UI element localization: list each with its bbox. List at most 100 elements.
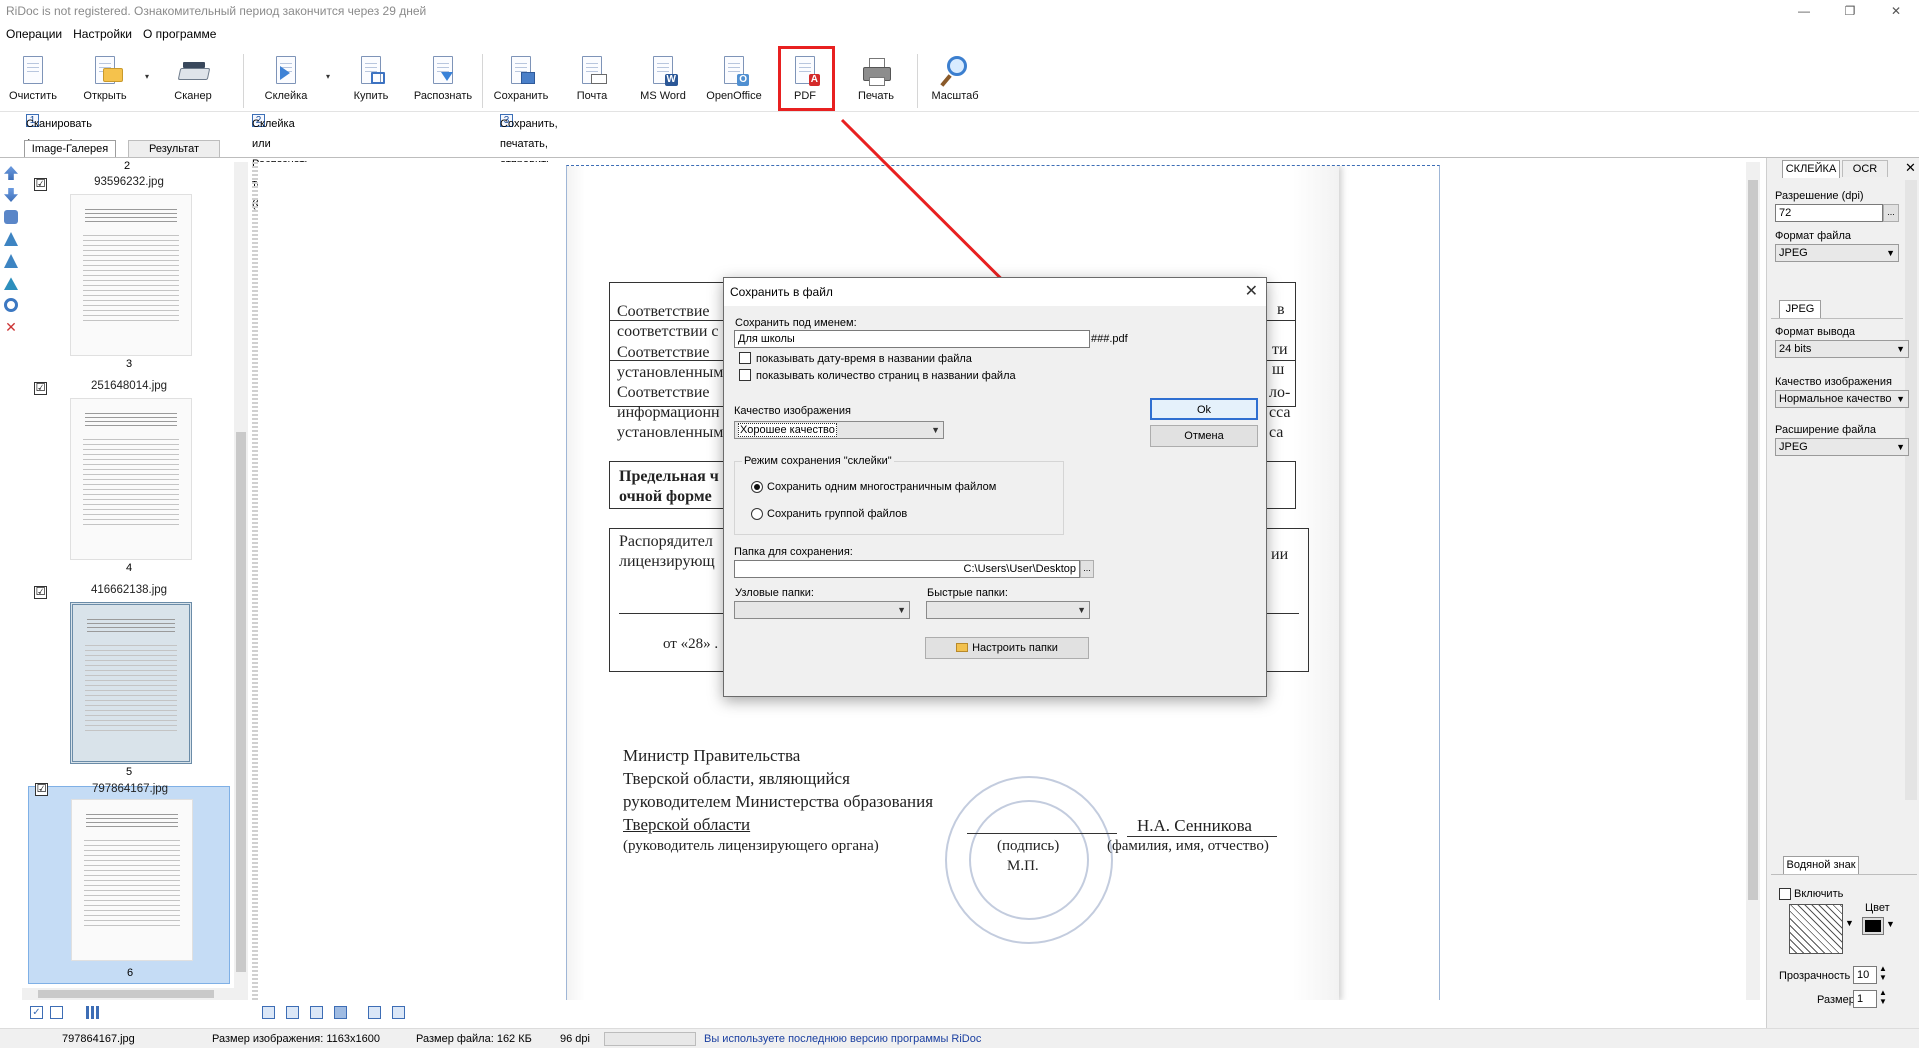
- item-thumbnail[interactable]: [70, 602, 192, 764]
- gallery-item-selected[interactable]: ☑ 797864167.jpg 6: [28, 783, 230, 984]
- extension-select[interactable]: JPEG ▼: [1775, 438, 1909, 456]
- view-single-icon[interactable]: [262, 1006, 275, 1019]
- datetime-checkbox[interactable]: [739, 352, 751, 364]
- size-input[interactable]: 1: [1853, 990, 1877, 1008]
- folder-input[interactable]: C:\Users\User\Desktop: [734, 560, 1080, 578]
- ok-button[interactable]: Ok: [1150, 398, 1258, 420]
- gallery-hscrollbar[interactable]: [22, 988, 248, 1000]
- gallery-item[interactable]: ☑ 416662138.jpg 5: [28, 566, 230, 778]
- scanner-button[interactable]: Сканер: [160, 54, 226, 110]
- browse-folder-button[interactable]: ...: [1080, 560, 1094, 578]
- gallery-item[interactable]: ☑ 251648014.jpg 4: [28, 362, 230, 574]
- check-all-icon[interactable]: ✓: [30, 1006, 43, 1019]
- delete-icon[interactable]: ✕: [4, 320, 18, 334]
- pagecount-checkbox[interactable]: [739, 369, 751, 381]
- setup-folders-button[interactable]: Настроить папки: [925, 637, 1089, 659]
- doc-text: ш: [1272, 361, 1285, 378]
- zoom-in-icon[interactable]: [368, 1006, 381, 1019]
- dialog-title: Сохранить в файл: [724, 278, 1266, 306]
- hscroll-thumb[interactable]: [38, 990, 214, 998]
- glue-dropdown[interactable]: ▾: [326, 72, 330, 81]
- color-swatch[interactable]: [1862, 917, 1884, 935]
- scroll-thumb[interactable]: [236, 432, 246, 972]
- rotate-right-icon[interactable]: [4, 254, 18, 268]
- uncheck-all-icon[interactable]: [50, 1006, 63, 1019]
- panel-close-button[interactable]: ✕: [1905, 160, 1916, 176]
- minimize-button[interactable]: —: [1781, 0, 1827, 22]
- tab-glue[interactable]: СКЛЕЙКА: [1782, 160, 1840, 178]
- tab-divider: [0, 157, 1919, 158]
- tab-ocr[interactable]: OCR: [1842, 160, 1888, 177]
- size-spinner[interactable]: ▲ ▼: [1879, 988, 1887, 1006]
- move-up-icon[interactable]: [4, 166, 18, 180]
- open-dropdown[interactable]: ▾: [145, 72, 149, 81]
- word-button[interactable]: W MS Word: [630, 54, 696, 110]
- gallery-scrollbar[interactable]: [234, 162, 248, 988]
- glue-mode-label: Режим сохранения "склейки": [742, 455, 894, 467]
- print-button[interactable]: Печать: [843, 54, 909, 110]
- menu-about[interactable]: О программе: [143, 24, 216, 44]
- gallery-item[interactable]: ☑ 93596232.jpg 3: [28, 158, 230, 370]
- view-double-icon[interactable]: [286, 1006, 299, 1019]
- tab-watermark[interactable]: Водяной знак: [1783, 856, 1859, 874]
- doc-text: М.П.: [1007, 858, 1039, 874]
- format-select[interactable]: JPEG ▼: [1775, 244, 1899, 262]
- dialog-close-button[interactable]: ✕: [1245, 278, 1258, 306]
- step-bar: 1Сканировать (открыть) документ 2Склейка…: [0, 114, 1919, 210]
- pages-icon[interactable]: [4, 210, 18, 224]
- flip-icon[interactable]: [4, 277, 18, 290]
- dpi-input[interactable]: 72: [1775, 204, 1883, 222]
- openoffice-button[interactable]: O OpenOffice: [701, 54, 767, 110]
- setup-folders-label: Настроить папки: [972, 642, 1058, 654]
- grid-view-icon[interactable]: [86, 1006, 100, 1019]
- cancel-button[interactable]: Отмена: [1150, 425, 1258, 447]
- radio-multipage[interactable]: [751, 481, 763, 493]
- pattern-chevron-icon[interactable]: ▼: [1845, 918, 1854, 928]
- viewer-scrollbar[interactable]: [1746, 162, 1760, 1000]
- watermark-enable-checkbox[interactable]: [1779, 888, 1791, 900]
- menu-operations[interactable]: Операции: [6, 24, 62, 44]
- quick-folders-label: Быстрые папки:: [927, 587, 1008, 599]
- recognize-button[interactable]: Распознать: [410, 54, 476, 110]
- tab-result[interactable]: Результат: [128, 140, 220, 157]
- filename-input[interactable]: Для школы: [734, 330, 1090, 348]
- settings-icon[interactable]: [4, 298, 18, 312]
- rotate-left-icon[interactable]: [4, 232, 18, 246]
- watermark-pattern[interactable]: [1789, 904, 1843, 954]
- dpi-button[interactable]: ...: [1883, 204, 1899, 222]
- menu-settings[interactable]: Настройки: [73, 24, 132, 44]
- quality-select[interactable]: Хорошее качество ▼: [734, 421, 944, 439]
- image-quality-select[interactable]: Нормальное качество ▼: [1775, 390, 1909, 408]
- zoom-out-icon[interactable]: [392, 1006, 405, 1019]
- doc-text: установленным: [617, 364, 724, 381]
- color-chevron-icon[interactable]: ▼: [1886, 919, 1895, 929]
- view-width-icon[interactable]: [334, 1006, 347, 1019]
- save-button[interactable]: Сохранить: [488, 54, 554, 110]
- transparency-input[interactable]: 10: [1853, 966, 1877, 984]
- item-thumbnail[interactable]: [70, 194, 192, 356]
- transparency-spinner[interactable]: ▲ ▼: [1879, 964, 1887, 982]
- item-thumbnail[interactable]: [70, 398, 192, 560]
- clear-button[interactable]: Очистить: [0, 54, 66, 110]
- move-down-icon[interactable]: [4, 188, 18, 202]
- open-button[interactable]: Открыть: [72, 54, 138, 110]
- tab-jpeg[interactable]: JPEG: [1779, 300, 1821, 318]
- mail-button[interactable]: Почта: [559, 54, 625, 110]
- zoom-button[interactable]: Масштаб: [922, 54, 988, 110]
- panel-scrollbar[interactable]: [1905, 180, 1917, 800]
- buy-button[interactable]: Купить: [338, 54, 404, 110]
- close-button[interactable]: ✕: [1873, 0, 1919, 22]
- quick-folders-select[interactable]: ▼: [926, 601, 1090, 619]
- glue-button[interactable]: Склейка: [253, 54, 319, 110]
- view-fit-icon[interactable]: [310, 1006, 323, 1019]
- output-select[interactable]: 24 bits ▼: [1775, 340, 1909, 358]
- radio-group-files[interactable]: [751, 508, 763, 520]
- node-folders-select[interactable]: ▼: [734, 601, 910, 619]
- item-thumbnail[interactable]: [71, 799, 193, 961]
- extension-label: Расширение файла: [1775, 424, 1877, 436]
- open-label: Открыть: [83, 90, 127, 102]
- viewer-scroll-thumb[interactable]: [1748, 180, 1758, 900]
- restore-button[interactable]: ❐: [1827, 0, 1873, 22]
- jpeg-divider: [1771, 318, 1903, 319]
- tab-gallery[interactable]: Image-Галерея: [24, 140, 116, 158]
